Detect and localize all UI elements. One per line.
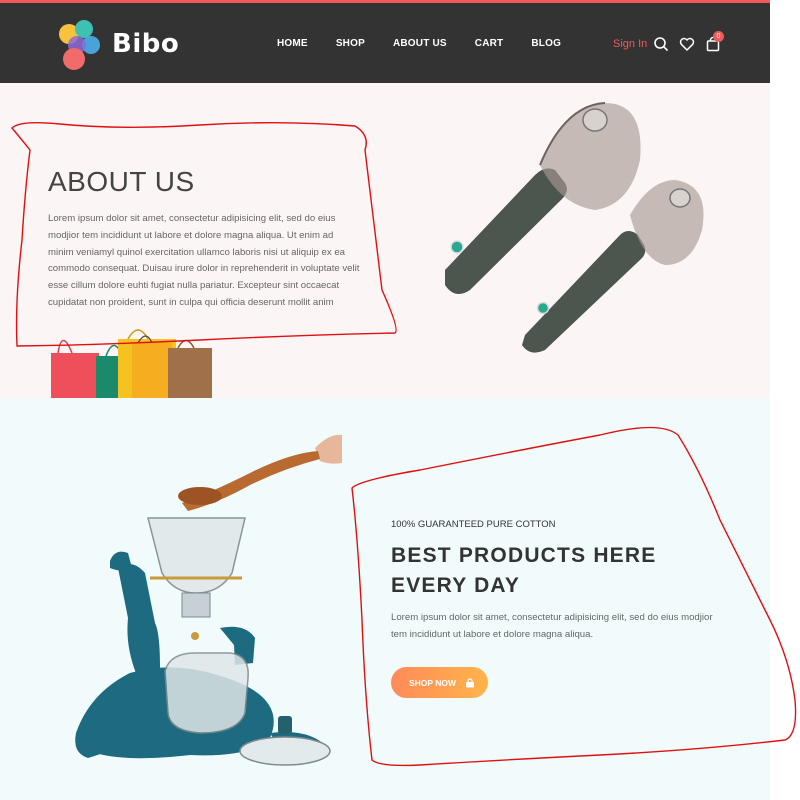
headline-line-2: EVERY DAY xyxy=(391,574,521,597)
heart-icon[interactable] xyxy=(679,36,695,52)
sign-in-link[interactable]: Sign In xyxy=(613,38,647,50)
nav-cart[interactable]: CART xyxy=(475,38,504,49)
nav-about-us[interactable]: ABOUT US xyxy=(393,38,447,49)
deer-tea-set-image xyxy=(75,434,342,766)
shop-now-label: SHOP NOW xyxy=(409,677,457,688)
product-headline: BEST PRODUCTS HERE EVERY DAY xyxy=(391,541,721,601)
about-description: Lorem ipsum dolor sit amet, consectetur … xyxy=(48,213,360,308)
nav-home[interactable]: HOME xyxy=(277,38,308,49)
main-nav: HOME SHOP ABOUT US CART BLOG xyxy=(265,38,561,49)
cart-count-badge: 0 xyxy=(713,31,724,42)
spoon-products-image xyxy=(445,102,704,353)
basket-icon xyxy=(466,677,475,687)
featured-products-section: 100% GUARANTEED PURE COTTON BEST PRODUCT… xyxy=(0,398,770,800)
shopping-bags-image xyxy=(51,329,212,398)
brand-name[interactable]: Bibo xyxy=(112,29,179,59)
headline-line-1: BEST PRODUCTS HERE xyxy=(391,544,657,567)
nav-blog[interactable]: BLOG xyxy=(531,38,561,49)
nav-shop[interactable]: SHOP xyxy=(336,38,365,49)
product-description: Lorem ipsum dolor sit amet, consectetur … xyxy=(391,612,713,640)
site-header: Bibo HOME SHOP ABOUT US CART BLOG Sign I… xyxy=(0,0,770,83)
page: Bibo HOME SHOP ABOUT US CART BLOG Sign I… xyxy=(0,0,800,800)
about-section: ABOUT US Lorem ipsum dolor sit amet, con… xyxy=(0,83,770,398)
product-eyebrow: 100% GUARANTEED PURE COTTON xyxy=(391,519,556,530)
search-icon[interactable] xyxy=(653,36,669,52)
shop-now-button[interactable]: SHOP NOW xyxy=(391,667,488,698)
about-title: ABOUT US xyxy=(48,166,195,197)
